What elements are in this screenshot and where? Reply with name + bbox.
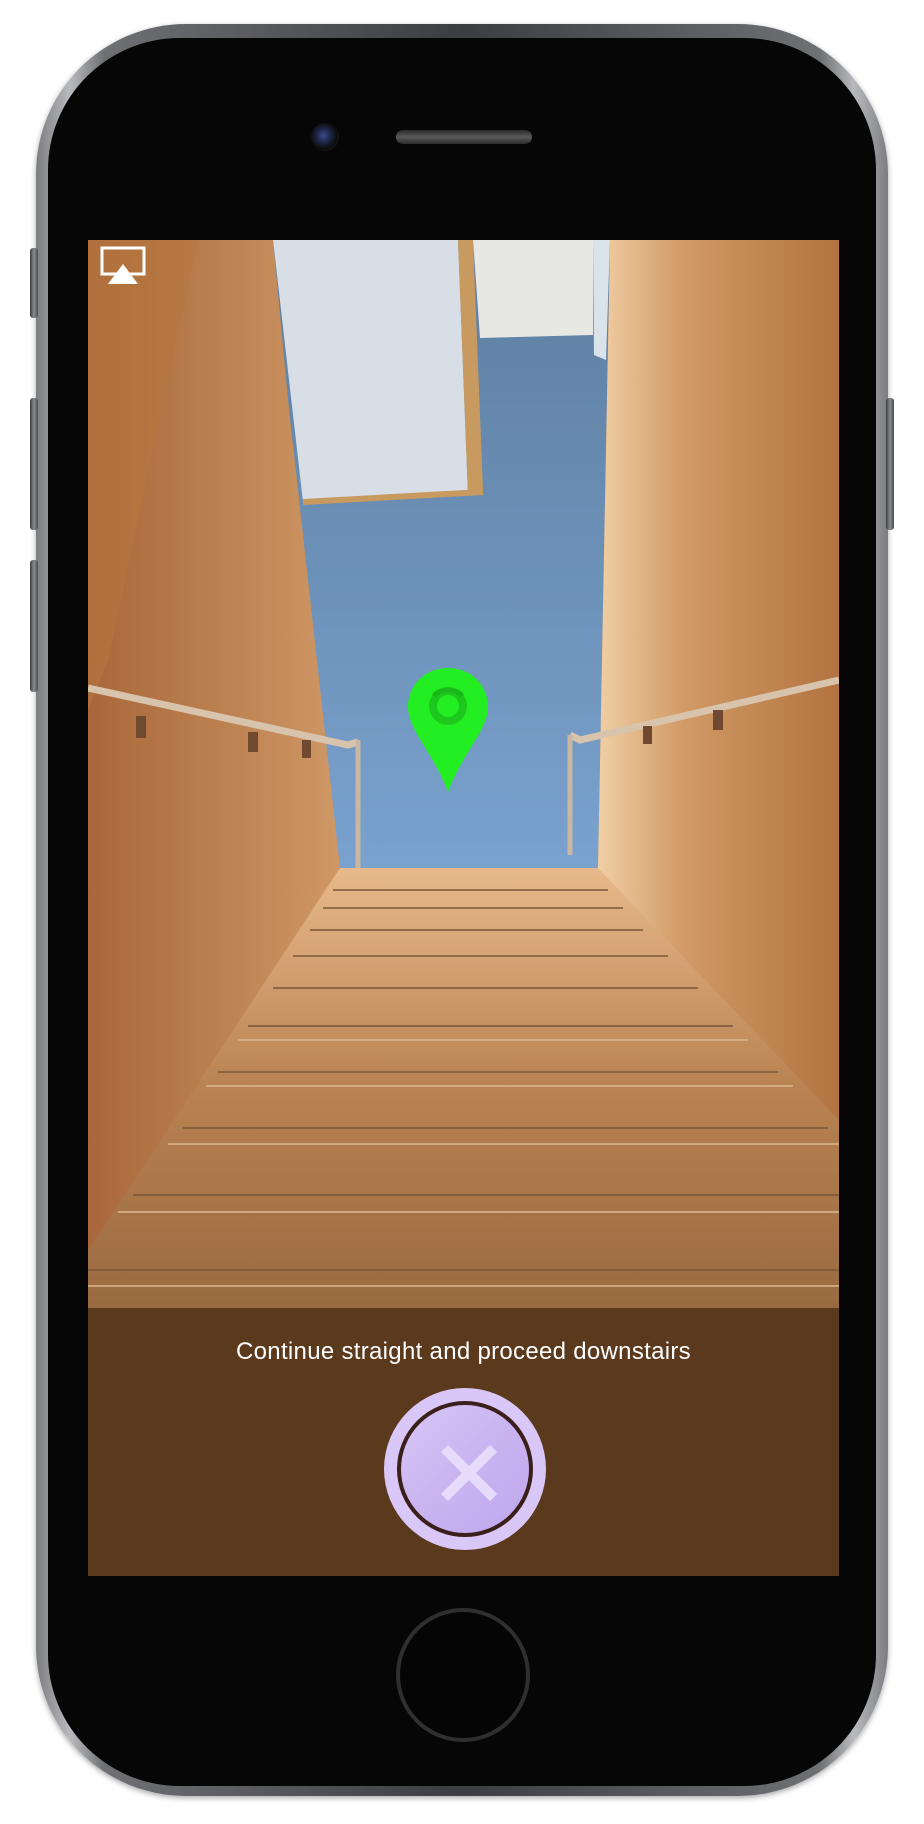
front-camera [311, 123, 339, 151]
airplay-icon[interactable] [100, 246, 146, 286]
location-pin-icon [408, 668, 488, 792]
earpiece-speaker [396, 130, 532, 144]
close-button-ring [397, 1401, 533, 1537]
stop-navigation-button[interactable] [384, 1388, 546, 1550]
volume-up-button [30, 398, 38, 530]
home-button[interactable] [396, 1608, 530, 1742]
page: Continue straight and proceed downstairs [0, 0, 924, 1824]
close-icon [440, 1444, 498, 1502]
ar-navigation-screen[interactable]: Continue straight and proceed downstairs [88, 240, 839, 1576]
navigation-instruction: Continue straight and proceed downstairs [236, 1338, 691, 1365]
volume-down-button [30, 560, 38, 692]
mute-switch [30, 248, 38, 318]
power-button [886, 398, 894, 530]
